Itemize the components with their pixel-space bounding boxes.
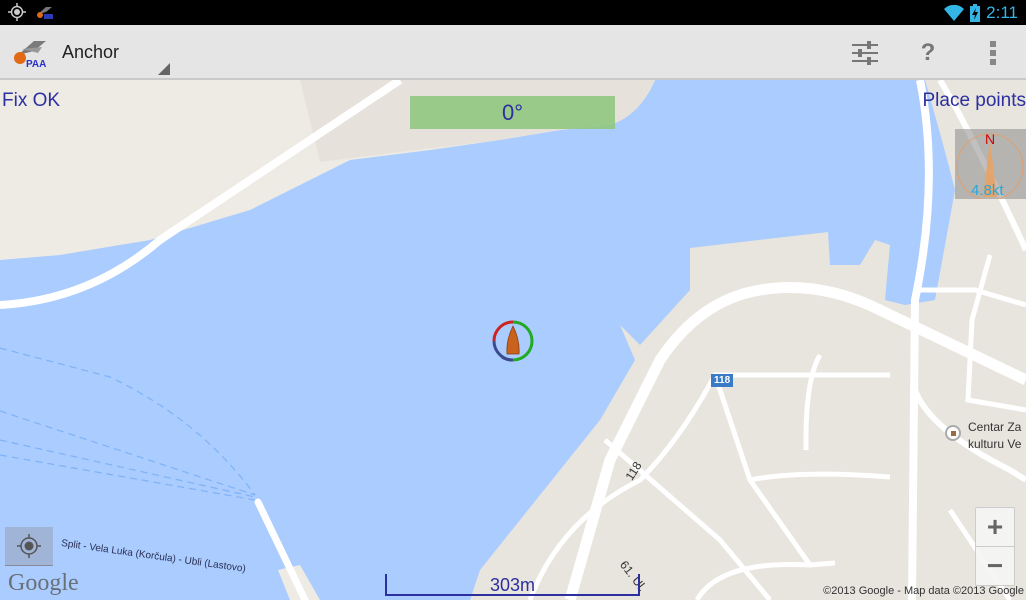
- svg-text:PAA: PAA: [26, 59, 46, 69]
- sliders-icon: [852, 41, 878, 65]
- zoom-controls: + −: [975, 507, 1015, 586]
- app-logo-icon[interactable]: PAA: [12, 37, 48, 69]
- help-button[interactable]: ?: [908, 33, 948, 73]
- clock: 2:11: [986, 2, 1018, 22]
- scale-label: 303m: [489, 575, 536, 595]
- zoom-out-button[interactable]: −: [976, 547, 1014, 585]
- speed-readout: 4.8kt: [971, 182, 1004, 199]
- zoom-in-button[interactable]: +: [976, 508, 1014, 547]
- overflow-menu-button[interactable]: [973, 33, 1013, 73]
- poi-label-line1: Centar Za: [968, 420, 1022, 434]
- spinner-dropdown-indicator[interactable]: [158, 63, 170, 75]
- battery-charging-icon: [970, 3, 981, 22]
- poi-marker[interactable]: [945, 425, 961, 441]
- road-shield-118: 118: [711, 374, 734, 387]
- my-location-icon: [17, 534, 41, 558]
- my-location-button[interactable]: [5, 527, 53, 566]
- question-icon: ?: [920, 39, 936, 66]
- screen-title-spinner[interactable]: Anchor: [62, 42, 119, 63]
- wifi-icon: [944, 4, 965, 21]
- compass-north-label: N: [985, 131, 996, 147]
- map-copyright: ©2013 Google - Map data ©2013 Google: [823, 585, 1024, 597]
- status-bar: 2:11: [0, 0, 1026, 25]
- heading-display: 0°: [410, 96, 615, 129]
- scale-bar: 303m: [385, 574, 640, 596]
- poi-label-line2: kulturu Ve: [968, 437, 1022, 451]
- settings-button[interactable]: [845, 33, 885, 73]
- fix-status: Fix OK: [2, 90, 61, 111]
- more-vert-icon: [990, 41, 996, 65]
- compass-widget: N 4.8kt: [955, 129, 1026, 199]
- boat-position-icon[interactable]: [492, 320, 534, 362]
- gps-icon: [8, 3, 26, 21]
- place-points-button[interactable]: Place points: [922, 90, 1026, 112]
- google-logo: Google: [8, 570, 79, 596]
- action-bar: PAA Anchor ?: [0, 25, 1026, 80]
- app-notification-icon: [37, 7, 53, 19]
